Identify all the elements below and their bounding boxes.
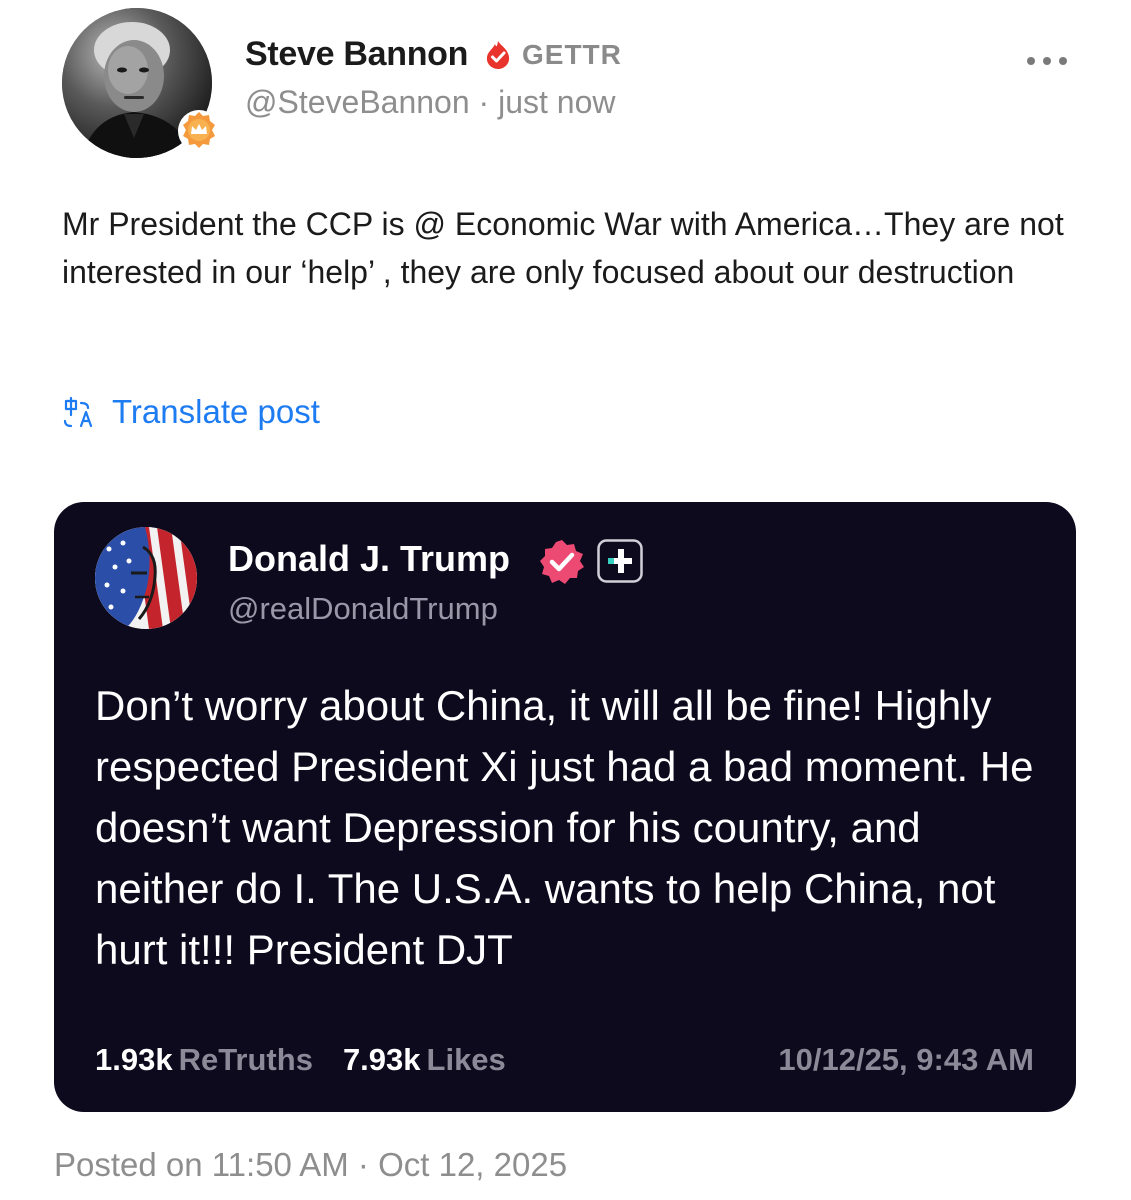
truth-social-plus-icon	[597, 539, 643, 583]
verified-badge-icon	[540, 540, 584, 584]
quoted-author-handle[interactable]: @realDonaldTrump	[228, 591, 498, 627]
quoted-post-text: Don’t worry about China, it will all be …	[95, 682, 1034, 973]
platform-label: GETTR	[522, 39, 622, 70]
author-display-name[interactable]: Steve Bannon	[245, 35, 468, 74]
retruths-label: ReTruths	[178, 1042, 313, 1077]
crown-badge-icon	[178, 110, 220, 152]
quoted-author-display-name[interactable]: Donald J. Trump	[228, 538, 510, 580]
post-timestamp: Posted on 11:50 AM · Oct 12, 2025	[54, 1146, 568, 1183]
more-dots-icon[interactable]	[1022, 48, 1072, 74]
quoted-post-card[interactable]: Donald J. Trump @realDonaldTrump Don’t w…	[54, 502, 1076, 1112]
translate-icon	[63, 396, 93, 428]
likes-count: 7.93k	[342, 1042, 421, 1077]
quoted-author-avatar[interactable]	[95, 527, 197, 629]
translate-post-label: Translate post	[112, 393, 320, 430]
translate-post-button[interactable]: Translate post	[62, 390, 320, 434]
quoted-author-photo	[95, 527, 197, 629]
flame-verified-icon	[486, 41, 510, 69]
likes-label: Likes	[426, 1042, 506, 1077]
author-handle-and-time[interactable]: @SteveBannon · just now	[245, 84, 615, 121]
post-container: Steve Bannon GETTR @SteveBannon · just n…	[0, 0, 1131, 1200]
retruths-count: 1.93k	[95, 1042, 173, 1077]
post-body-text: Mr President the CCP is @ Economic War w…	[62, 206, 1064, 290]
quoted-post-timestamp: 10/12/25, 9:43 AM	[778, 1042, 1034, 1077]
quoted-post-stats: 1.93k ReTruths 7.93k Likes	[95, 1042, 506, 1078]
